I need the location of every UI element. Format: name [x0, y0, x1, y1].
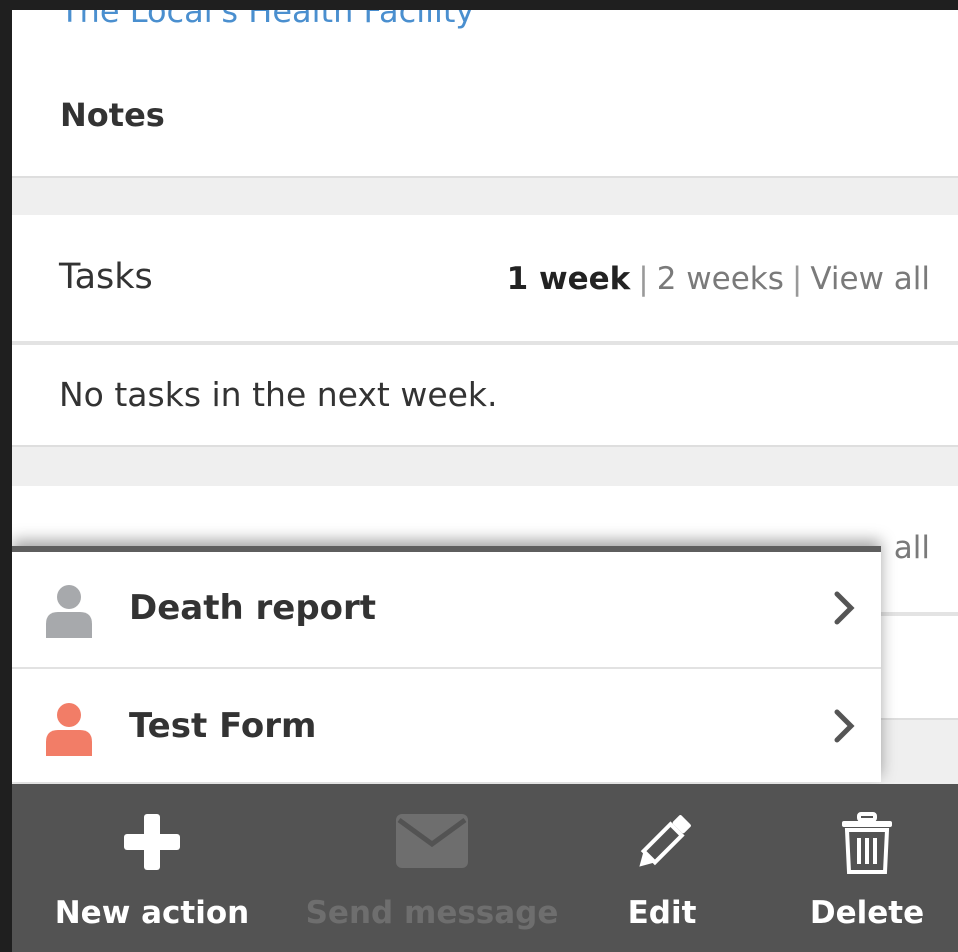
divider: [12, 176, 958, 178]
new-action-label: New action: [54, 895, 250, 931]
filter-1-week[interactable]: 1 week: [507, 261, 631, 297]
divider: [12, 445, 958, 447]
menu-item-label: Death report: [129, 588, 377, 628]
plus-icon: [124, 814, 180, 870]
menu-item-death-report[interactable]: Death report: [12, 552, 881, 668]
tasks-header-card: Tasks 1 week | 2 weeks | View all: [12, 215, 958, 341]
edit-button[interactable]: Edit: [592, 784, 732, 952]
tasks-empty-text: No tasks in the next week.: [59, 375, 498, 414]
new-action-button[interactable]: New action: [42, 784, 262, 952]
envelope-icon: [396, 814, 468, 868]
menu-item-test-form[interactable]: Test Form: [12, 670, 881, 786]
filter-separator: |: [638, 261, 649, 297]
contact-detail-screen: The Local's Health Facility Notes Tasks …: [12, 10, 958, 952]
send-message-button[interactable]: Send message: [302, 784, 562, 952]
facility-link[interactable]: The Local's Health Facility: [60, 10, 474, 30]
filter-view-all[interactable]: View all: [810, 261, 930, 297]
pencil-icon: [639, 815, 691, 867]
person-icon: [46, 585, 92, 638]
new-action-menu: Death report Test Form: [12, 546, 881, 782]
chevron-right-icon: [834, 591, 855, 625]
edit-label: Edit: [627, 895, 697, 931]
menu-item-label: Test Form: [129, 706, 317, 746]
delete-label: Delete: [809, 895, 925, 931]
tasks-title: Tasks: [59, 257, 153, 297]
person-icon: [46, 703, 92, 756]
chevron-right-icon: [834, 709, 855, 743]
filter-separator: |: [791, 261, 803, 297]
send-message-label: Send message: [305, 895, 559, 931]
notes-title: Notes: [60, 96, 165, 134]
trash-icon: [842, 812, 892, 874]
contact-summary-card: The Local's Health Facility Notes: [12, 10, 958, 176]
filter-2-weeks[interactable]: 2 weeks: [657, 261, 784, 297]
delete-button[interactable]: Delete: [792, 784, 942, 952]
action-bar: New action Send message Edit Delete: [12, 784, 958, 952]
tasks-list-card: No tasks in the next week.: [12, 345, 958, 445]
hidden-section-view-all[interactable]: all: [894, 530, 930, 566]
tasks-filters: 1 week | 2 weeks | View all: [507, 261, 930, 297]
menu-separator: [12, 667, 881, 669]
